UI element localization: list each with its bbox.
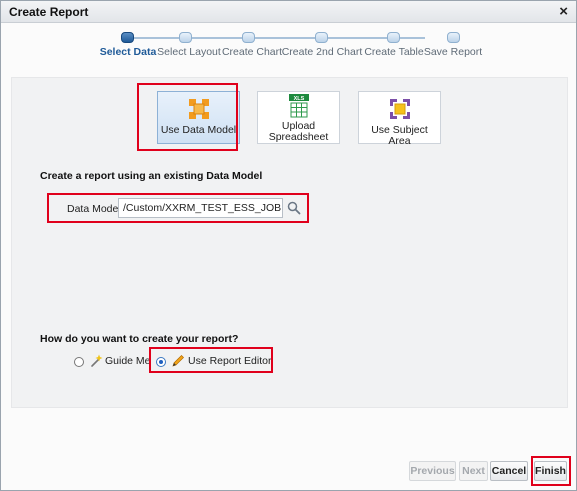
train-node-create-2nd-chart — [315, 32, 328, 43]
use-report-editor-radio[interactable] — [156, 357, 166, 367]
data-model-path-field[interactable]: /Custom/XXRM_TEST_ESS_JOB.xdm — [118, 198, 283, 218]
step-save-report[interactable]: Save Report — [424, 46, 482, 58]
search-icon[interactable] — [285, 199, 303, 217]
finish-button[interactable]: Finish — [534, 461, 567, 481]
subject-area-icon — [389, 99, 410, 119]
data-model-label: Data Model — [67, 203, 121, 215]
upload-spreadsheet-label-line2: Spreadsheet — [268, 131, 329, 143]
cancel-button[interactable]: Cancel — [490, 461, 528, 481]
data-model-heading: Create a report using an existing Data M… — [40, 170, 263, 182]
train-connector — [128, 37, 425, 39]
guide-me-label[interactable]: Guide Me — [105, 355, 151, 367]
previous-button[interactable]: Previous — [409, 461, 456, 481]
dialog-titlebar: Create Report × — [1, 1, 576, 23]
pencil-icon — [172, 355, 184, 367]
use-report-editor-label[interactable]: Use Report Editor — [188, 355, 271, 367]
create-mode-question: How do you want to create your report? — [40, 333, 239, 345]
use-data-model-label: Use Data Model — [160, 124, 237, 136]
step-select-layout[interactable]: Select Layout — [157, 46, 221, 58]
train-node-select-layout — [179, 32, 192, 43]
next-button[interactable]: Next — [459, 461, 488, 481]
step-create-table[interactable]: Create Table — [364, 46, 423, 58]
xls-badge: XLS — [293, 96, 304, 102]
use-subject-area-label: Use Subject Area — [371, 124, 428, 147]
step-create-2nd-chart[interactable]: Create 2nd Chart — [282, 46, 363, 58]
train-node-create-table — [387, 32, 400, 43]
wand-icon — [91, 354, 103, 367]
spreadsheet-icon: XLS — [288, 94, 309, 118]
step-select-data[interactable]: Select Data — [100, 46, 157, 58]
dialog-title: Create Report — [9, 5, 89, 19]
step-create-chart[interactable]: Create Chart — [222, 46, 282, 58]
guide-me-radio[interactable] — [74, 357, 84, 367]
create-report-dialog: Create Report × Select Data Select Layou… — [0, 0, 577, 491]
wizard-train: Select Data Select Layout Create Chart C… — [1, 27, 576, 67]
data-model-icon — [188, 99, 209, 119]
train-node-create-chart — [242, 32, 255, 43]
upload-spreadsheet-tile[interactable]: XLS Upload Spreadsheet — [257, 91, 340, 144]
train-node-select-data — [121, 32, 134, 43]
close-icon[interactable]: × — [559, 3, 568, 20]
use-data-model-tile[interactable]: Use Data Model — [157, 91, 240, 144]
use-subject-area-tile[interactable]: Use Subject Area — [358, 91, 441, 147]
train-node-save-report — [447, 32, 460, 43]
